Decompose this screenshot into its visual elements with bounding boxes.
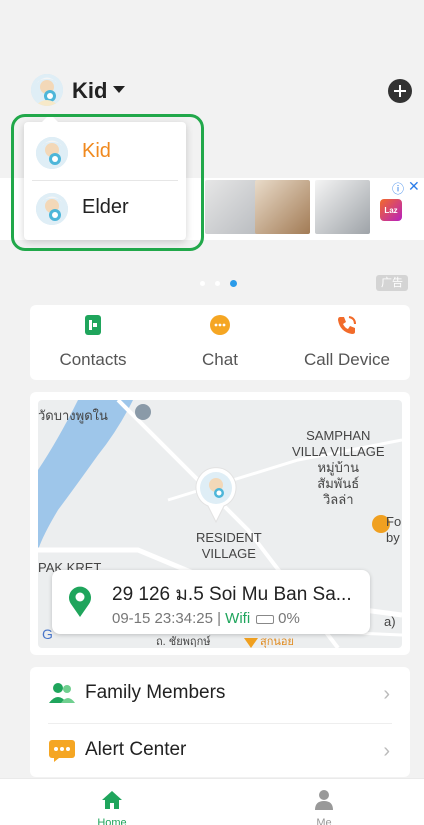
laz-logo: Laz	[380, 199, 402, 221]
call-device-label: Call Device	[304, 350, 390, 369]
close-icon[interactable]: ✕	[408, 178, 420, 195]
profile-dropdown: Kid Elder	[24, 114, 186, 240]
google-logo: G	[42, 626, 53, 642]
bottom-tab-bar: Home Me	[0, 778, 424, 825]
map-label: Fo by	[386, 514, 402, 545]
map-label: ถ. ชัยพฤกษ์	[156, 636, 211, 648]
info-icon[interactable]: ⓘ	[392, 180, 404, 197]
tab-me[interactable]: Me	[218, 779, 424, 825]
chevron-right-icon: ›	[383, 740, 390, 762]
menu-card: Family Members › Alert Center ›	[30, 667, 410, 777]
dropdown-item-elder[interactable]: Elder	[24, 182, 186, 236]
chat-icon	[210, 315, 230, 335]
battery-icon	[256, 614, 275, 624]
alert-center-icon	[49, 740, 75, 762]
tab-me-label: Me	[316, 817, 332, 825]
profile-name[interactable]: Kid	[72, 78, 107, 104]
carousel-dot[interactable]	[200, 281, 205, 286]
contacts-button[interactable]: Contacts	[30, 305, 156, 380]
chat-button[interactable]: Chat	[157, 305, 283, 380]
dropdown-item-label: Kid	[82, 140, 111, 162]
dropdown-item-kid[interactable]: Kid	[24, 126, 186, 180]
tab-home-label: Home	[97, 817, 127, 825]
map-label: SAMPHAN VILLA VILLAGE หมู่บ้าน สัมพันธ์ …	[292, 428, 385, 507]
header	[0, 60, 424, 120]
elder-avatar-icon	[36, 193, 68, 225]
ad-thumbnail[interactable]	[205, 180, 260, 234]
alert-center-label: Alert Center	[85, 739, 187, 760]
location-popup[interactable]: 29 126 ม.5 Soi Mu Ban Sa... 09-15 23:34:…	[52, 570, 370, 634]
family-members-icon	[49, 683, 75, 703]
family-members-item[interactable]: Family Members ›	[30, 667, 410, 723]
dropdown-item-label: Elder	[82, 196, 129, 218]
person-icon	[315, 790, 333, 810]
home-icon	[102, 791, 122, 809]
tab-home[interactable]: Home	[6, 779, 218, 825]
ad-tag: 广告	[376, 275, 408, 291]
device-location-pin[interactable]	[194, 466, 238, 524]
carousel-dot-active[interactable]	[230, 280, 237, 287]
map-label: วัดบางพูดใน	[38, 408, 108, 423]
chevron-right-icon: ›	[383, 683, 390, 705]
carousel-dot[interactable]	[215, 281, 220, 286]
call-device-icon	[338, 316, 356, 334]
carousel-indicator	[200, 280, 237, 287]
ad-thumbnail[interactable]	[255, 180, 310, 234]
plus-circle-icon[interactable]	[388, 79, 412, 103]
status-bar	[0, 0, 424, 60]
chat-label: Chat	[202, 350, 238, 369]
contacts-icon	[85, 315, 101, 335]
network-status: Wifi	[225, 610, 251, 627]
map-label: a)	[384, 614, 396, 629]
location-meta: 09-15 23:34:25 | Wifi 0%	[112, 610, 300, 627]
call-device-button[interactable]: Call Device	[284, 305, 410, 380]
quick-actions-card: Contacts Chat Call Device	[30, 305, 410, 380]
alert-center-item[interactable]: Alert Center ›	[30, 724, 410, 780]
chevron-down-icon[interactable]	[113, 86, 125, 93]
kid-avatar-icon[interactable]	[31, 74, 63, 106]
divider	[32, 180, 178, 181]
map-label: สุกนอย	[260, 636, 294, 648]
ad-thumbnail[interactable]	[315, 180, 370, 234]
location-address: 29 126 ม.5 Soi Mu Ban Sa...	[112, 584, 352, 605]
location-time: 09-15 23:34:25 |	[112, 610, 226, 627]
location-pin-icon	[69, 586, 91, 617]
map-label: RESIDENT VILLAGE	[196, 530, 262, 561]
battery-level: 0%	[278, 610, 300, 627]
contacts-label: Contacts	[59, 350, 127, 369]
family-members-label: Family Members	[85, 682, 226, 703]
kid-avatar-icon	[36, 137, 68, 169]
